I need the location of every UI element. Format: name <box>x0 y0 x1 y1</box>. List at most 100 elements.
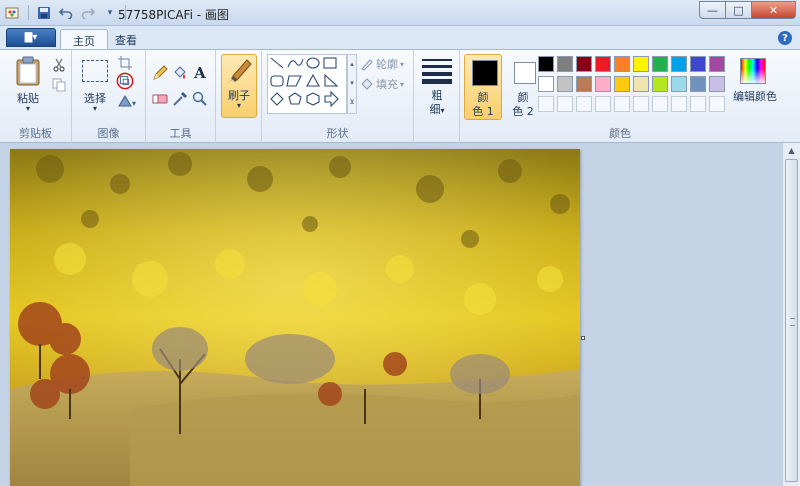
chevron-down-icon: ▾ <box>400 79 405 89</box>
minimize-button[interactable]: — <box>699 1 726 19</box>
autumn-landscape-image <box>10 149 580 486</box>
palette-swatch[interactable] <box>614 76 630 92</box>
palette-empty-swatch[interactable] <box>690 96 706 112</box>
palette-swatch[interactable] <box>595 56 611 72</box>
select-button[interactable]: 选择 ▾ <box>78 54 112 116</box>
cut-icon[interactable] <box>50 56 68 74</box>
palette-swatch[interactable] <box>557 76 573 92</box>
toolbar-separator <box>28 5 29 20</box>
ribbon-tab-row: ▇▾ 主页 查看 ? <box>0 26 800 49</box>
size-label-line2-wrap: 细▾ <box>418 101 456 117</box>
canvas-workspace[interactable] <box>0 143 782 486</box>
palette-empty-swatch[interactable] <box>709 96 725 112</box>
shapes-scroll[interactable]: ▴ ▾ ⊻ <box>347 54 357 114</box>
palette-empty-swatch[interactable] <box>557 96 573 112</box>
palette-swatch[interactable] <box>709 76 725 92</box>
clipboard-icon <box>16 56 40 86</box>
shapes-group-label: 形状 <box>326 127 349 140</box>
color-picker-icon[interactable] <box>171 90 189 108</box>
magnifier-icon[interactable] <box>191 90 209 108</box>
tab-view[interactable]: 查看 <box>103 29 149 49</box>
size-label-line2: 细 <box>429 103 441 116</box>
palette-empty-swatch[interactable] <box>652 96 668 112</box>
palette-swatch[interactable] <box>576 56 592 72</box>
crop-icon[interactable] <box>116 54 134 72</box>
fill-label: 填充 <box>376 78 398 91</box>
chevron-down-icon: ▾ <box>236 101 241 110</box>
save-icon[interactable] <box>35 4 53 21</box>
outline-icon <box>361 59 373 71</box>
paint-app-icon[interactable] <box>4 4 22 21</box>
scroll-up-icon[interactable]: ▲ <box>784 143 799 158</box>
quick-access-toolbar: ▾ <box>4 4 128 21</box>
brushes-group: 刷子 ▾ <box>216 50 262 144</box>
color-palette <box>538 56 732 118</box>
maximize-button[interactable]: □ <box>725 1 752 19</box>
colors-group-label: 颜色 <box>609 127 631 140</box>
palette-empty-swatch[interactable] <box>671 96 687 112</box>
fill-icon <box>361 78 373 90</box>
edit-colors-button[interactable]: 编辑颜色 <box>732 54 778 118</box>
scrollbar-grip-icon <box>790 318 795 326</box>
brushes-button[interactable]: 刷子 ▾ <box>221 54 257 118</box>
palette-swatch[interactable] <box>671 56 687 72</box>
palette-swatch[interactable] <box>633 56 649 72</box>
palette-swatch[interactable] <box>652 76 668 92</box>
edit-colors-label: 编辑颜色 <box>733 90 777 103</box>
tools-group-label: 工具 <box>169 127 192 140</box>
image-group-label: 图像 <box>97 127 120 140</box>
palette-empty-swatch[interactable] <box>595 96 611 112</box>
close-button[interactable]: ✕ <box>751 1 796 19</box>
color1-label-line2: 色 1 <box>472 105 494 118</box>
palette-swatch[interactable] <box>614 56 630 72</box>
canvas-image[interactable] <box>10 149 580 486</box>
undo-icon[interactable] <box>57 4 75 21</box>
palette-swatch[interactable] <box>652 56 668 72</box>
eraser-icon[interactable] <box>151 90 169 108</box>
outline-button[interactable]: 轮廓 ▾ <box>360 56 404 72</box>
rainbow-icon <box>740 58 766 84</box>
rotate-icon[interactable]: ▾ <box>116 92 140 110</box>
clipboard-group-label: 剪贴板 <box>19 127 52 140</box>
palette-swatch[interactable] <box>633 76 649 92</box>
shapes-group: ▴ ▾ ⊻ 轮廓 ▾ 填充 ▾ 形状 <box>262 50 414 144</box>
fill-bucket-icon[interactable] <box>171 64 189 82</box>
palette-swatch[interactable] <box>538 76 554 92</box>
canvas-resize-handle[interactable] <box>581 336 585 340</box>
paste-button[interactable]: 粘贴 ▾ <box>10 54 46 116</box>
vertical-scrollbar[interactable]: ▲ <box>782 143 800 486</box>
redo-icon[interactable] <box>79 4 97 21</box>
palette-empty-swatch[interactable] <box>576 96 592 112</box>
palette-swatch[interactable] <box>538 56 554 72</box>
palette-swatch[interactable] <box>690 76 706 92</box>
color2-button[interactable]: 颜 色 2 <box>504 54 542 120</box>
resize-icon[interactable] <box>116 72 134 90</box>
palette-empty-swatch[interactable] <box>538 96 554 112</box>
palette-empty-swatch[interactable] <box>633 96 649 112</box>
palette-swatch[interactable] <box>690 56 706 72</box>
color1-button[interactable]: 颜 色 1 <box>464 54 502 120</box>
palette-empty-swatch[interactable] <box>614 96 630 112</box>
copy-icon[interactable] <box>50 76 68 94</box>
pencil-icon[interactable] <box>151 64 169 82</box>
color2-swatch <box>514 62 536 84</box>
palette-swatch[interactable] <box>557 56 573 72</box>
app-menu-button[interactable]: ▇▾ <box>6 28 56 47</box>
outline-label: 轮廓 <box>376 58 398 71</box>
shapes-gallery[interactable] <box>267 54 347 114</box>
chevron-down-icon[interactable]: ▾ <box>101 4 119 21</box>
colors-group: 颜 色 1 颜 色 2 编辑颜色 颜色 <box>460 50 780 144</box>
palette-swatch[interactable] <box>671 76 687 92</box>
tab-home[interactable]: 主页 <box>60 29 108 49</box>
fill-button[interactable]: 填充 ▾ <box>360 76 404 92</box>
palette-swatch[interactable] <box>576 76 592 92</box>
window-controls: — □ ✕ <box>699 1 796 19</box>
color1-swatch <box>472 60 498 86</box>
help-icon[interactable]: ? <box>778 31 792 45</box>
size-button[interactable]: 粗 细▾ <box>418 54 456 118</box>
text-tool-icon[interactable]: A <box>191 64 209 82</box>
chevron-down-icon: ▾ <box>92 104 97 113</box>
palette-swatch[interactable] <box>595 76 611 92</box>
scrollbar-thumb[interactable] <box>785 159 798 482</box>
palette-swatch[interactable] <box>709 56 725 72</box>
